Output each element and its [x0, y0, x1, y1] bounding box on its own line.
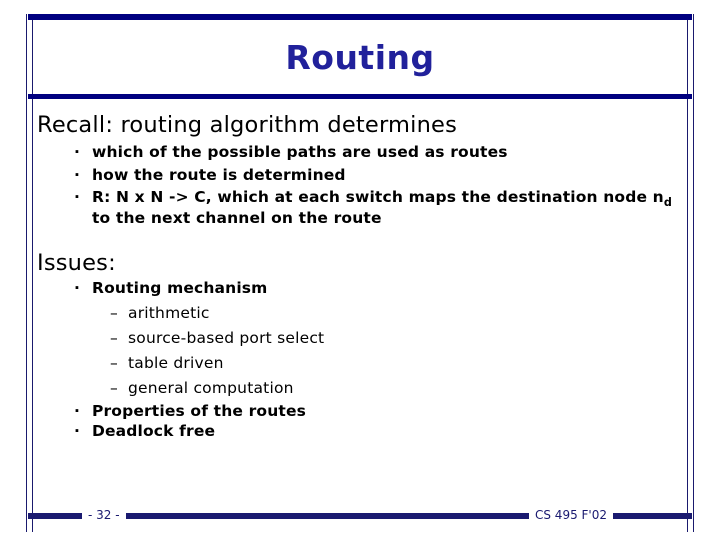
- dash-bullet-icon: –: [110, 328, 118, 347]
- list-item: · which of the possible paths are used a…: [34, 142, 686, 163]
- bullet-text: how the route is determined: [92, 165, 346, 184]
- sub-list-item: – table driven: [92, 351, 686, 376]
- section-heading-issues: Issues:: [37, 250, 116, 276]
- list-item: · Routing mechanism – arithmetic – sourc…: [34, 278, 686, 401]
- sub-bullet-text: general computation: [128, 378, 294, 397]
- dash-bullet-icon: –: [110, 378, 118, 397]
- dash-bullet-icon: –: [110, 303, 118, 322]
- list-item: · R: N x N -> C, which at each switch map…: [34, 187, 686, 228]
- bullet-dot-icon: ·: [74, 143, 81, 161]
- sub-list-item: – arithmetic: [92, 301, 686, 326]
- dash-bullet-icon: –: [110, 353, 118, 372]
- list-item: · Properties of the routes: [34, 401, 686, 422]
- list-item: · Deadlock free: [34, 421, 686, 442]
- frame-left-rule: [26, 14, 33, 532]
- bullet-text-part1: R: N x N -> C, which at each switch maps…: [92, 188, 664, 206]
- slide-body: Recall: routing algorithm determines · w…: [34, 110, 686, 442]
- page-title: Routing: [285, 38, 435, 77]
- footer-rule-middle: [126, 513, 529, 519]
- slide: Routing Recall: routing algorithm determ…: [0, 0, 720, 540]
- list-item: · how the route is determined: [34, 165, 686, 186]
- bullet-text-part2: to the next channel on the route: [92, 208, 382, 227]
- sub-bullet-list: – arithmetic – source-based port select …: [92, 301, 686, 401]
- top-rule: [28, 14, 692, 20]
- footer-rule-left: [28, 513, 82, 519]
- bullet-dot-icon: ·: [74, 165, 81, 184]
- section-heading-recall: Recall: routing algorithm determines: [37, 112, 457, 138]
- sub-bullet-text: arithmetic: [128, 303, 210, 322]
- sub-list-item: – general computation: [92, 376, 686, 401]
- subscript-d: d: [663, 196, 673, 210]
- bullet-text: Properties of the routes: [92, 401, 306, 420]
- bullet-dot-icon: ·: [74, 188, 81, 206]
- bullet-dot-icon: ·: [74, 401, 81, 420]
- footer-page-number: - 32 -: [88, 508, 120, 522]
- bullet-list-recall: · which of the possible paths are used a…: [34, 142, 686, 228]
- bullet-dot-icon: ·: [74, 422, 81, 440]
- footer-rule-right: [613, 513, 692, 519]
- footer-course-label: CS 495 F'02: [535, 508, 607, 522]
- sub-bullet-text: table driven: [128, 353, 224, 372]
- sub-list-item: – source-based port select: [92, 326, 686, 351]
- bullet-text: Routing mechanism: [92, 279, 268, 297]
- bullet-list-issues: · Routing mechanism – arithmetic – sourc…: [34, 278, 686, 442]
- bullet-dot-icon: ·: [74, 279, 81, 297]
- bullet-text: which of the possible paths are used as …: [92, 143, 508, 161]
- title-underline-rule: [28, 94, 692, 99]
- bullet-text: Deadlock free: [92, 422, 216, 440]
- frame-right-rule: [687, 14, 694, 532]
- sub-bullet-text: source-based port select: [128, 328, 325, 347]
